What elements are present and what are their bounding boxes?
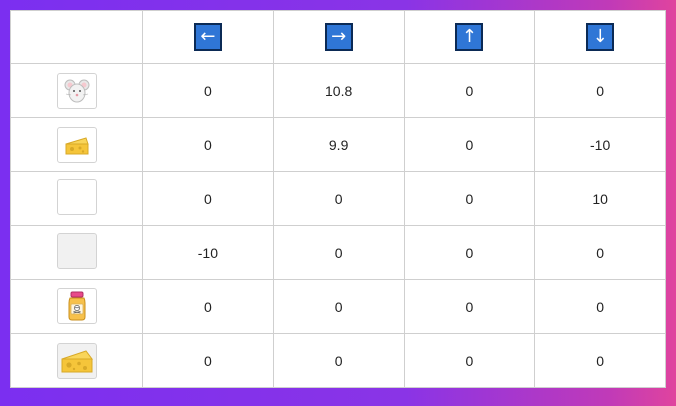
empty-grey-cell-icon (56, 233, 97, 269)
value-cell: 0 (403, 117, 536, 172)
arrow-left-icon: ← (193, 23, 222, 51)
arrow-down-icon: ↓ (586, 23, 615, 51)
q-value-table: ← → ↑ ↓ 0 10.8 0 0 0 9.9 0 -10 0 0 0 10 … (10, 10, 666, 388)
value-cell: 0 (403, 225, 536, 280)
value-cell: 0 (534, 225, 666, 280)
value-cell: 0 (272, 279, 405, 334)
value-cell: -10 (142, 225, 274, 280)
arrow-right-icon: → (324, 23, 353, 51)
table-row: 0 10.8 0 0 (10, 63, 666, 118)
state-cell (10, 333, 143, 388)
table-row: -10 0 0 0 (10, 225, 666, 280)
value-cell: 0 (403, 171, 536, 226)
value-cell: 0 (142, 63, 274, 118)
header-cell-left: ← (142, 10, 274, 64)
value-cell: 0 (534, 279, 666, 334)
arrow-up-icon: ↑ (455, 23, 484, 51)
value-cell: 0 (403, 333, 536, 388)
value-cell: 10.8 (272, 63, 405, 118)
value-cell: 0 (272, 225, 405, 280)
value-cell: 0 (142, 279, 274, 334)
poison-jar-icon (56, 288, 97, 324)
value-cell: 0 (142, 333, 274, 388)
value-cell: 0 (403, 279, 536, 334)
state-cell (10, 171, 143, 226)
value-cell: -10 (534, 117, 666, 172)
state-cell (10, 225, 143, 280)
value-cell: 0 (534, 63, 666, 118)
header-cell-up: ↑ (403, 10, 536, 64)
mouse-icon (56, 72, 97, 109)
value-cell: 0 (272, 171, 405, 226)
q-table-panel: ← → ↑ ↓ 0 10.8 0 0 0 9.9 0 -10 0 0 0 10 … (10, 10, 666, 388)
corner-cell (10, 10, 143, 64)
header-cell-right: → (272, 10, 405, 64)
cheese-large-icon (56, 342, 97, 379)
header-cell-down: ↓ (534, 10, 666, 64)
empty-cell-icon (56, 179, 97, 215)
value-cell: 10 (534, 171, 666, 226)
table-row: 0 0 0 0 (10, 279, 666, 334)
value-cell: 0 (142, 117, 274, 172)
table-row: 0 0 0 10 (10, 171, 666, 226)
table-row: 0 9.9 0 -10 (10, 117, 666, 172)
state-cell (10, 117, 143, 172)
value-cell: 0 (142, 171, 274, 226)
state-cell (10, 279, 143, 334)
value-cell: 0 (403, 63, 536, 118)
value-cell: 9.9 (272, 117, 405, 172)
value-cell: 0 (534, 333, 666, 388)
state-cell (10, 63, 143, 118)
header-row: ← → ↑ ↓ (10, 10, 666, 64)
cheese-small-icon (56, 126, 97, 163)
table-row: 0 0 0 0 (10, 333, 666, 388)
value-cell: 0 (272, 333, 405, 388)
